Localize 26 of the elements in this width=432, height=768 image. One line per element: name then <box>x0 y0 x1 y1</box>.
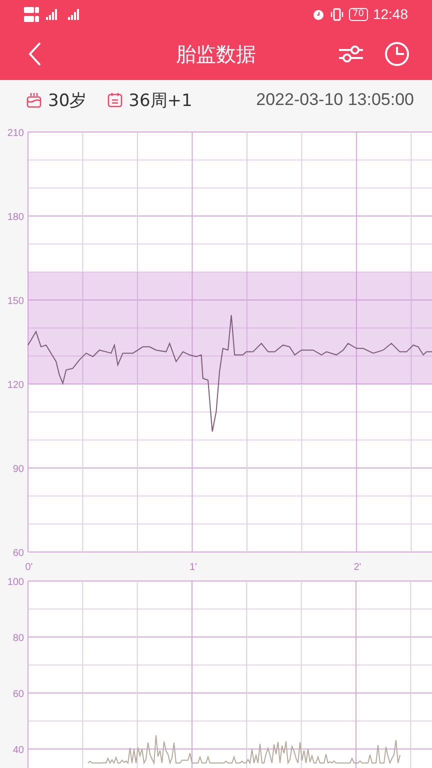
vibrate-icon <box>330 8 344 20</box>
record-datetime: 2022-03-10 13:05:00 <box>256 90 414 110</box>
cake-icon <box>26 92 42 108</box>
gestation-label: 36周+1 <box>128 90 192 112</box>
axis-label: 80 <box>12 633 24 644</box>
axis-label: 100 <box>7 577 24 588</box>
age-label: 30岁 <box>48 90 87 112</box>
axis-label: 1' <box>189 562 197 573</box>
axis-label: 60 <box>12 689 24 700</box>
settings-icon[interactable] <box>338 43 364 65</box>
axis-label: 90 <box>12 464 24 475</box>
back-icon[interactable] <box>28 41 42 67</box>
axis-label: 2' <box>354 562 362 573</box>
axis-label: 40 <box>12 745 24 756</box>
axis-label: 0' <box>25 562 33 573</box>
axis-label: 150 <box>7 296 24 307</box>
axis-label: 120 <box>7 380 24 391</box>
page-title: 胎监数据 <box>176 40 256 68</box>
battery-indicator: 70 <box>348 8 368 20</box>
axis-label: 60 <box>12 548 24 559</box>
history-icon[interactable] <box>384 41 410 67</box>
axis-label: 180 <box>7 212 24 223</box>
axis-label: 210 <box>7 128 24 139</box>
calendar-icon <box>106 92 123 108</box>
alarm-icon <box>312 8 324 20</box>
clock-time: 12:48 <box>372 6 408 22</box>
